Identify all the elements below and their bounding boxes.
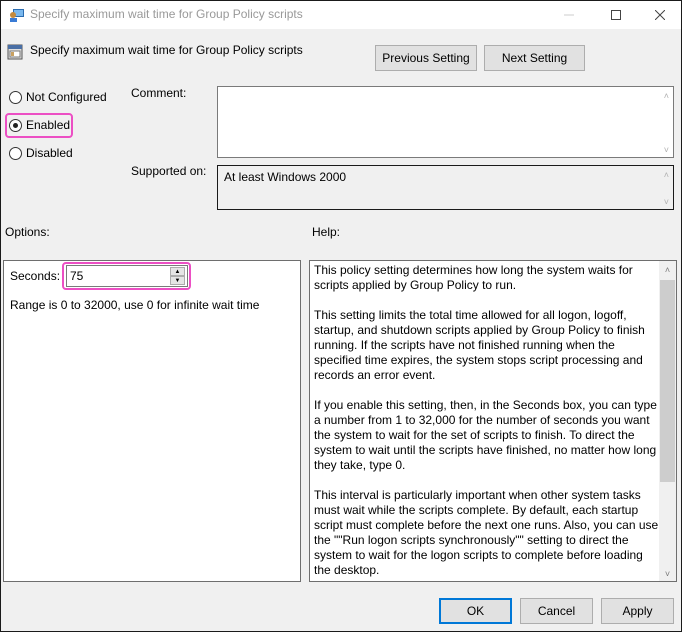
help-scrollbar[interactable]: ˄ ˅ [659, 261, 676, 581]
radio-label: Enabled [26, 118, 71, 132]
cancel-button[interactable]: Cancel [520, 598, 593, 624]
radio-circle[interactable] [9, 118, 22, 132]
policy-title: Specify maximum wait time for Group Poli… [30, 43, 303, 57]
arrow-up-icon: ▲ [174, 268, 181, 275]
spin-down-button[interactable]: ▼ [170, 276, 185, 285]
options-panel: Seconds: ▲ ▼ Range is 0 to 32000, use 0 … [3, 260, 301, 582]
close-icon [654, 10, 665, 20]
spin-up-button[interactable]: ▲ [170, 267, 185, 276]
scroll-down-icon: ˅ [663, 145, 669, 155]
minimize-button[interactable] [546, 1, 591, 29]
supported-on-field: At least Windows 2000 ˄ ˅ [217, 165, 674, 210]
help-paragraph: If you enable this setting, then, in the… [314, 398, 657, 472]
help-panel: This policy setting determines how long … [309, 260, 677, 582]
radio-circle[interactable] [9, 146, 22, 160]
radio-enabled[interactable]: Enabled [9, 118, 70, 132]
help-label: Help: [312, 225, 341, 239]
help-paragraph: This interval is particularly important … [314, 488, 659, 577]
range-hint: Range is 0 to 32000, use 0 for infinite … [10, 298, 260, 312]
window-title: Specify maximum wait time for Group Poli… [30, 7, 303, 21]
scroll-down-icon: ˅ [663, 197, 669, 207]
scroll-up-icon: ˄ [663, 170, 669, 180]
help-paragraph: This policy setting determines how long … [314, 263, 633, 292]
scroll-up-icon: ˄ [663, 91, 669, 101]
group-policy-icon [10, 9, 24, 22]
comment-textarea[interactable]: ˄ ˅ [217, 86, 674, 158]
title-bar: Specify maximum wait time for Group Poli… [1, 1, 681, 29]
radio-not-configured[interactable]: Not Configured [9, 90, 107, 104]
arrow-down-icon: ▼ [174, 277, 181, 284]
policy-dialog: Specify maximum wait time for Group Poli… [0, 0, 682, 632]
scroll-thumb[interactable] [660, 280, 675, 482]
maximize-icon [610, 10, 621, 20]
help-text: This policy setting determines how long … [314, 263, 659, 581]
radio-circle[interactable] [9, 90, 22, 104]
seconds-spinner[interactable]: ▲ ▼ [170, 267, 185, 285]
radio-disabled[interactable]: Disabled [9, 146, 73, 160]
scroll-down-icon[interactable]: ˅ [659, 569, 676, 579]
previous-setting-button[interactable]: Previous Setting [375, 45, 477, 71]
seconds-label: Seconds: [10, 269, 61, 283]
ok-button[interactable]: OK [439, 598, 512, 624]
scroll-up-icon[interactable]: ˄ [659, 265, 676, 275]
maximize-button[interactable] [593, 1, 638, 29]
policy-setting-icon [7, 44, 23, 60]
supported-on-label: Supported on: [131, 164, 207, 178]
options-label: Options: [5, 225, 50, 239]
radio-label: Disabled [26, 146, 73, 160]
radio-label: Not Configured [26, 90, 107, 104]
supported-on-value: At least Windows 2000 [224, 170, 347, 184]
next-setting-button[interactable]: Next Setting [484, 45, 585, 71]
minimize-icon [563, 14, 574, 16]
apply-button[interactable]: Apply [601, 598, 674, 624]
help-paragraph: This setting limits the total time allow… [314, 308, 645, 382]
comment-label: Comment: [131, 86, 187, 100]
close-button[interactable] [637, 1, 682, 29]
